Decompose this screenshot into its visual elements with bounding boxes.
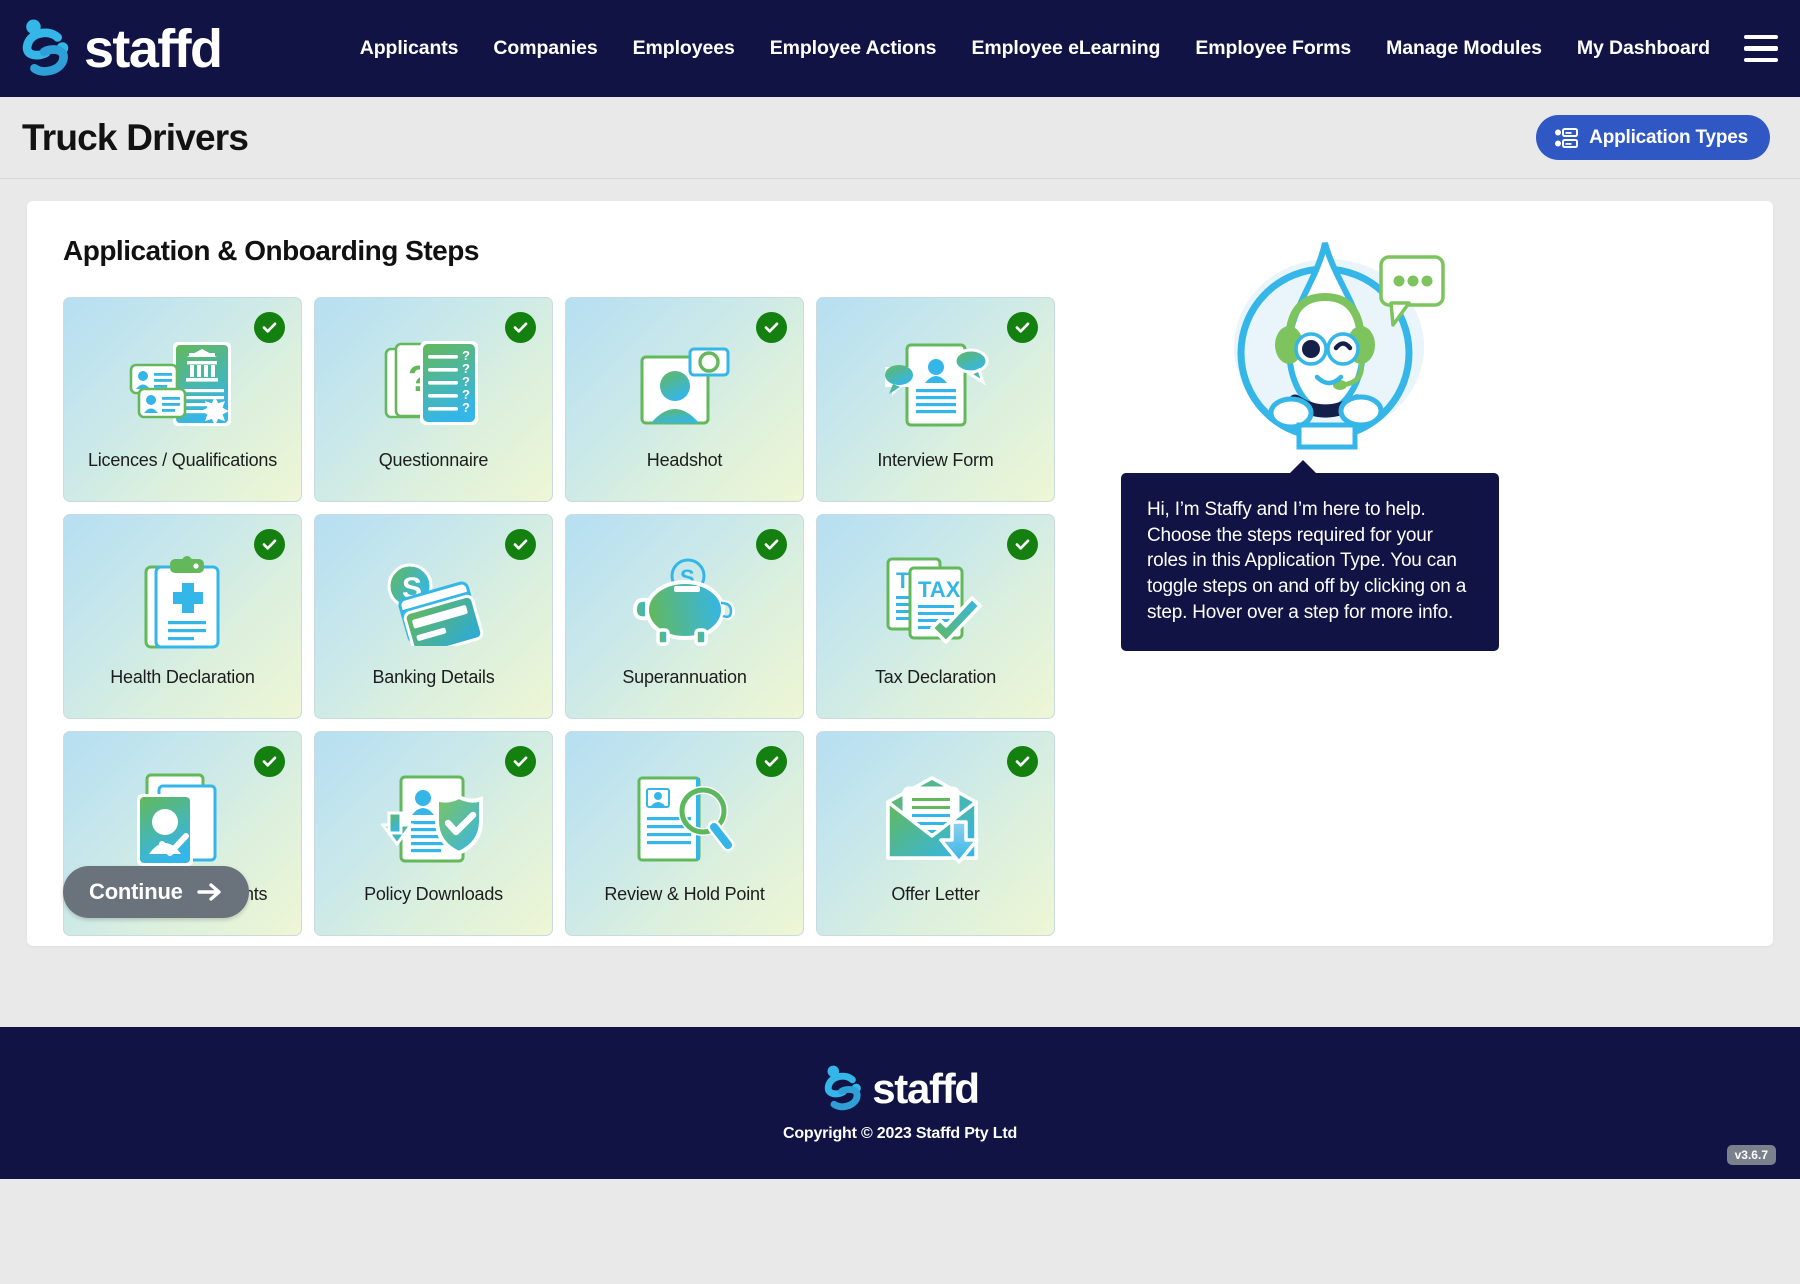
check-circle-icon[interactable] (1007, 529, 1038, 560)
piggy-bank-icon: S (630, 555, 740, 651)
check-circle-icon[interactable] (756, 529, 787, 560)
application-types-label: Application Types (1589, 126, 1748, 148)
nav-item-applicants[interactable]: Applicants (360, 37, 459, 60)
step-card-label: Interview Form (877, 450, 994, 470)
version-badge: v3.6.7 (1726, 1145, 1776, 1165)
step-card-superannuation[interactable]: S Superannuation (565, 514, 804, 719)
check-circle-icon[interactable] (254, 529, 285, 560)
page-footer: staffd Copyright © 2023 Staffd Pty Ltd v… (0, 1027, 1800, 1179)
nav-item-my-dashboard[interactable]: My Dashboard (1577, 37, 1710, 60)
step-card-banking-details[interactable]: S Banking Details (314, 514, 553, 719)
staffy-mascot-icon (1127, 235, 1527, 463)
check-circle-icon[interactable] (505, 312, 536, 343)
hamburger-menu-icon[interactable] (1744, 34, 1778, 63)
primary-nav-links: Applicants Companies Employees Employee … (360, 37, 1710, 60)
hamburger-bar (1744, 34, 1778, 40)
helper-tooltip: Hi, I’m Staffy and I’m here to help. Cho… (1121, 459, 1499, 652)
staffd-swirl-logo-icon (22, 19, 69, 76)
step-card-label: Banking Details (372, 667, 495, 687)
step-card-label: Offer Letter (891, 884, 980, 904)
page-title: Truck Drivers (22, 116, 249, 158)
nav-item-employee-elearning[interactable]: Employee eLearning (971, 37, 1160, 60)
step-card-tax-declaration[interactable]: TAX TAX Tax Declaration (816, 514, 1055, 719)
id-cards-certificate-icon (129, 338, 237, 434)
application-types-icon (1555, 127, 1579, 148)
svg-text:TAX: TAX (918, 577, 961, 602)
page-header: Truck Drivers Application Types (0, 97, 1800, 179)
medical-clipboard-icon (140, 555, 226, 651)
nav-item-employee-forms[interactable]: Employee Forms (1195, 37, 1351, 60)
footer-brand-logo: staffd (821, 1064, 980, 1114)
arrow-right-icon (197, 883, 221, 901)
step-card-label: Review & Hold Point (604, 884, 765, 904)
step-card-label: Questionnaire (378, 450, 489, 470)
step-card-policy-downloads[interactable]: Policy Downloads (314, 731, 553, 936)
tax-documents-check-icon: TAX TAX (884, 555, 988, 651)
step-card-label: Policy Downloads (364, 884, 503, 904)
copyright-text: Copyright © 2023 Staffd Pty Ltd (782, 1124, 1018, 1142)
helper-message: Hi, I’m Staffy and I’m here to help. Cho… (1147, 499, 1467, 623)
coin-credit-cards-icon: S (380, 555, 488, 651)
step-card-label: Headshot (646, 450, 723, 470)
svg-text:?: ? (462, 400, 470, 415)
step-card-interview-form[interactable]: Interview Form (816, 297, 1055, 502)
check-circle-icon[interactable] (254, 312, 285, 343)
application-types-button[interactable]: Application Types (1536, 115, 1770, 160)
envelope-download-icon (882, 772, 990, 868)
main-content: Application & Onboarding Steps Licences … (0, 179, 1800, 969)
step-card-offer-letter[interactable]: Offer Letter (816, 731, 1055, 936)
step-card-label: Tax Declaration (874, 667, 997, 687)
step-card-headshot[interactable]: Headshot (565, 297, 804, 502)
brand-logo[interactable]: staffd (18, 18, 223, 80)
footer-spacer (0, 969, 1800, 1027)
step-card-review-hold-point[interactable]: Review & Hold Point (565, 731, 804, 936)
step-card-questionnaire[interactable]: ? ? ? ? ? ? Questionnaire (314, 297, 553, 502)
continue-label: Continue (89, 879, 183, 904)
hamburger-bar (1744, 57, 1778, 63)
step-card-health-declaration[interactable]: Health Declaration (63, 514, 302, 719)
footer-wordmark: staffd (872, 1064, 980, 1112)
top-navigation-bar: staffd Applicants Companies Employees Em… (0, 0, 1800, 97)
portrait-photo-icon (637, 338, 733, 434)
step-card-label: Licences / Qualifications (87, 450, 278, 470)
hamburger-bar (1744, 46, 1778, 51)
step-card-label: Health Declaration (110, 667, 255, 687)
steps-panel: Application & Onboarding Steps Licences … (27, 201, 1773, 946)
staffd-swirl-logo-icon (825, 1065, 862, 1110)
continue-button[interactable]: Continue (63, 866, 249, 918)
step-card-licences-qualifications[interactable]: Licences / Qualifications (63, 297, 302, 502)
brand-wordmark: staffd (84, 18, 223, 79)
helper-assistant: Hi, I’m Staffy and I’m here to help. Cho… (1121, 235, 1527, 652)
steps-grid: Licences / Qualifications ? ? ? ? ? ? Qu… (63, 297, 1071, 936)
document-download-shield-icon (380, 772, 487, 868)
document-magnifier-icon (633, 772, 737, 868)
nav-item-employee-actions[interactable]: Employee Actions (770, 37, 937, 60)
check-circle-icon[interactable] (1007, 746, 1038, 777)
step-card-label: Superannuation (622, 667, 747, 687)
check-circle-icon[interactable] (505, 746, 536, 777)
nav-item-employees[interactable]: Employees (633, 37, 735, 60)
speech-bubbles-form-icon (883, 338, 989, 434)
check-circle-icon[interactable] (505, 529, 536, 560)
question-list-icon: ? ? ? ? ? ? (382, 338, 486, 434)
profile-documents-check-icon (133, 772, 233, 868)
check-circle-icon[interactable] (756, 312, 787, 343)
check-circle-icon[interactable] (1007, 312, 1038, 343)
nav-item-companies[interactable]: Companies (493, 37, 597, 60)
nav-item-manage-modules[interactable]: Manage Modules (1386, 37, 1542, 60)
check-circle-icon[interactable] (756, 746, 787, 777)
check-circle-icon[interactable] (254, 746, 285, 777)
